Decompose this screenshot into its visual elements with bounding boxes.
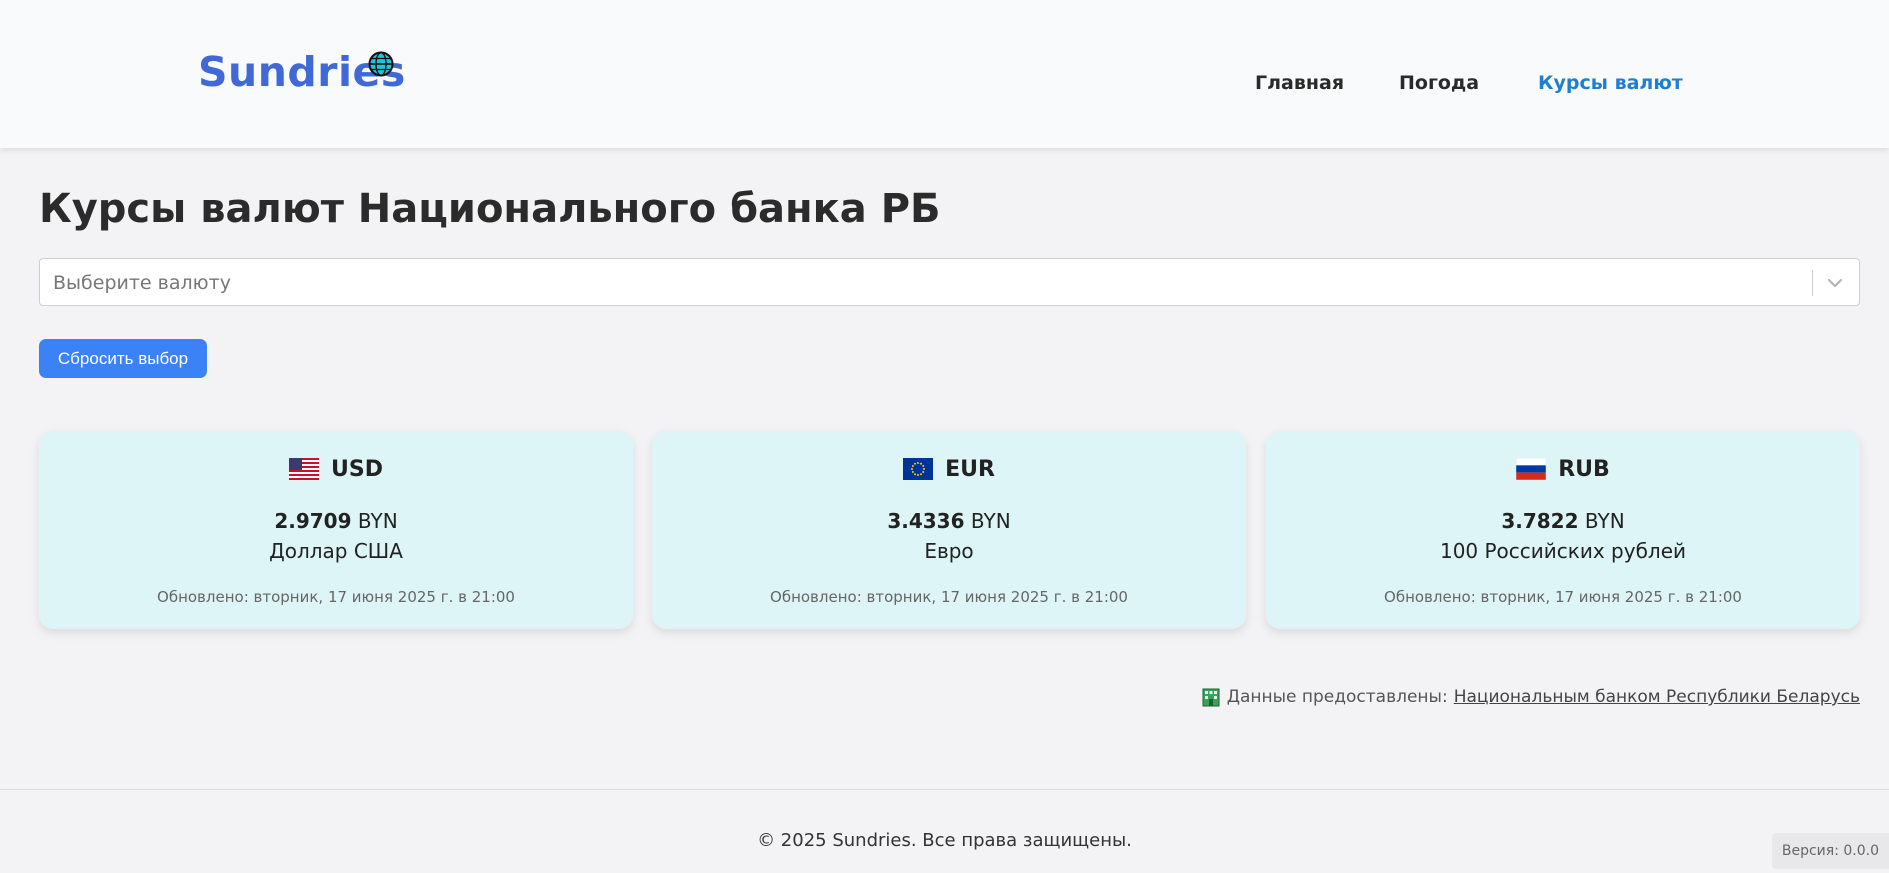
- currency-code: USD: [331, 456, 383, 482]
- currency-name: Доллар США: [269, 539, 403, 563]
- card-header: EUR: [652, 453, 1246, 485]
- updated-timestamp: Обновлено: вторник, 17 июня 2025 г. в 21…: [1384, 588, 1742, 606]
- reset-selection-button[interactable]: Сбросить выбор: [39, 339, 207, 378]
- currency-card-rub: RUB 3.7822 BYN 100 Российских рублей Обн…: [1266, 431, 1860, 629]
- updated-timestamp: Обновлено: вторник, 17 июня 2025 г. в 21…: [770, 588, 1128, 606]
- site-header: Sundries Главная Погода Курсы валют: [0, 0, 1889, 148]
- rate-value: 3.7822: [1501, 509, 1579, 533]
- card-header: RUB: [1266, 453, 1860, 485]
- currency-select-placeholder: Выберите валюту: [53, 272, 231, 294]
- chevron-down-icon[interactable]: [1825, 273, 1845, 293]
- rate-unit: BYN: [970, 509, 1011, 533]
- card-header: USD: [39, 453, 633, 485]
- nav-home[interactable]: Главная: [1255, 72, 1344, 94]
- currency-card-eur: EUR 3.4336 BYN Евро Обновлено: вторник, …: [652, 431, 1246, 629]
- currency-name: Евро: [924, 539, 974, 563]
- currency-code: RUB: [1558, 456, 1610, 482]
- currency-code: EUR: [945, 456, 995, 482]
- copyright-text: © 2025 Sundries. Все права защищены.: [757, 830, 1132, 851]
- select-separator: [1812, 270, 1813, 296]
- nav-weather[interactable]: Погода: [1399, 72, 1479, 94]
- rate-value: 3.4336: [887, 509, 965, 533]
- rate-unit: BYN: [357, 509, 398, 533]
- currency-name: 100 Российских рублей: [1439, 539, 1687, 563]
- page-title: Курсы валют Национального банка РБ: [39, 186, 941, 232]
- site-footer: © 2025 Sundries. Все права защищены.: [0, 789, 1889, 873]
- nav-currency-rates[interactable]: Курсы валют: [1538, 72, 1683, 94]
- rate-unit: BYN: [1584, 509, 1625, 533]
- currency-rate: 3.4336 BYN: [652, 509, 1246, 533]
- updated-timestamp: Обновлено: вторник, 17 июня 2025 г. в 21…: [157, 588, 515, 606]
- bank-building-icon: [1202, 688, 1220, 707]
- us-flag-icon: [289, 458, 319, 480]
- version-badge: Версия: 0.0.0: [1771, 833, 1889, 869]
- currency-rate: 3.7822 BYN: [1266, 509, 1860, 533]
- currency-rate: 2.9709 BYN: [39, 509, 633, 533]
- currency-card-usd: USD 2.9709 BYN Доллар США Обновлено: вто…: [39, 431, 633, 629]
- currency-select[interactable]: Выберите валюту: [39, 258, 1860, 306]
- eu-flag-icon: [903, 458, 934, 480]
- rate-value: 2.9709: [274, 509, 352, 533]
- ru-flag-icon: [1516, 458, 1547, 480]
- globe-icon: [368, 51, 394, 77]
- source-link[interactable]: Национальным банком Республики Беларусь: [1454, 687, 1860, 707]
- source-prefix: Данные предоставлены:: [1226, 687, 1448, 707]
- data-source: Данные предоставлены: Национальным банко…: [1201, 686, 1860, 708]
